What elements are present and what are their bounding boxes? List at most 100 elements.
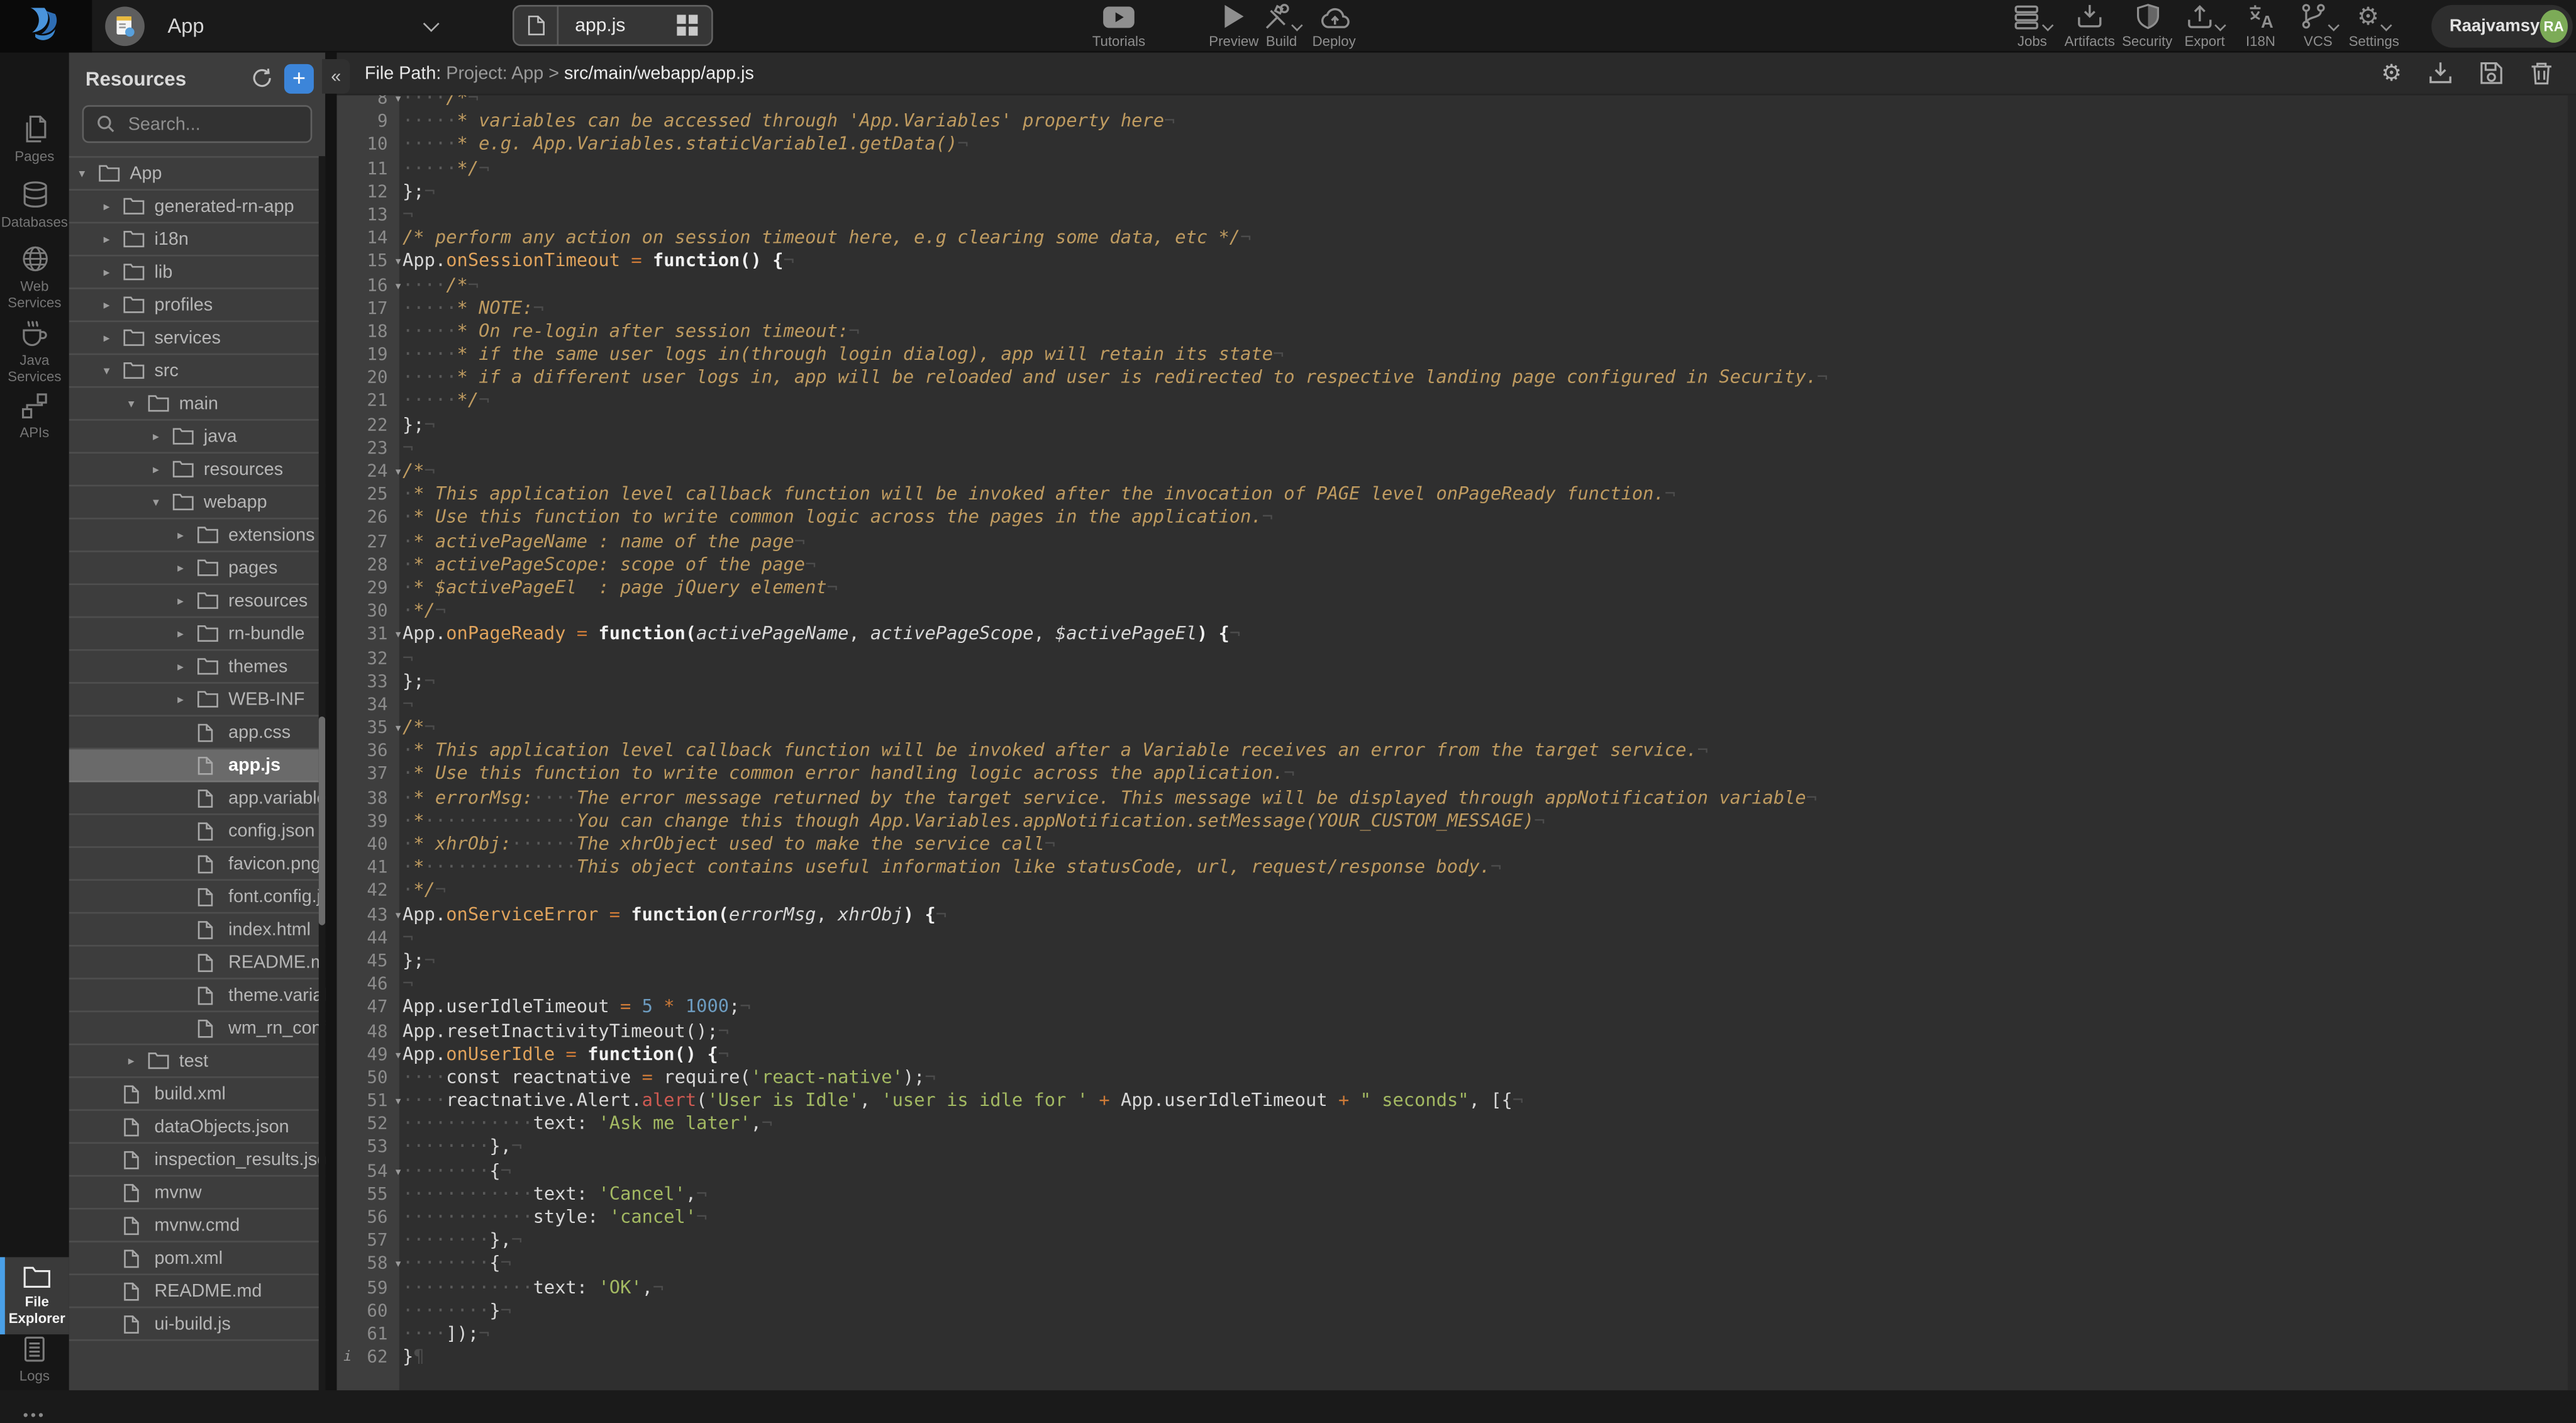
- tree-row[interactable]: ▸resources: [69, 454, 326, 486]
- sidebar-item-web-services[interactable]: Web Services: [0, 245, 69, 311]
- fold-arrow-icon[interactable]: ▾: [396, 623, 401, 647]
- expand-arrow-icon[interactable]: ▸: [128, 1053, 148, 1068]
- user-menu[interactable]: Raajvamsy RA: [2431, 5, 2573, 48]
- collapse-arrow-icon[interactable]: ▾: [128, 396, 148, 411]
- code-line[interactable]: 28·* activePageScope: scope of the page¬: [337, 554, 2568, 577]
- expand-arrow-icon[interactable]: ▸: [104, 298, 123, 313]
- expand-arrow-icon[interactable]: ▸: [177, 593, 197, 608]
- code-line[interactable]: 31▾App.onPageReady = function(activePage…: [337, 623, 2568, 647]
- code-line[interactable]: 27·* activePageName : name of the page¬: [337, 530, 2568, 554]
- fold-arrow-icon[interactable]: ▾: [396, 1159, 401, 1183]
- code-line[interactable]: 36·* This application level callback fun…: [337, 740, 2568, 763]
- file-settings-icon[interactable]: ⚙: [2381, 61, 2402, 86]
- tree-row[interactable]: favicon.png: [69, 848, 326, 881]
- tree-row[interactable]: app.css: [69, 717, 326, 749]
- tree-row[interactable]: ▸generated-rn-app: [69, 191, 326, 223]
- code-line[interactable]: 34¬: [337, 693, 2568, 717]
- expand-arrow-icon[interactable]: ▸: [177, 692, 197, 707]
- expand-arrow-icon[interactable]: ▸: [153, 462, 172, 477]
- code-line[interactable]: 40·* xhrObj:······The xhrObject used to …: [337, 833, 2568, 856]
- search-box[interactable]: [82, 105, 313, 143]
- code-line[interactable]: 22};¬: [337, 413, 2568, 437]
- collapse-arrow-icon[interactable]: ▾: [79, 166, 98, 181]
- tree-row[interactable]: ▾main: [69, 388, 326, 420]
- code-line[interactable]: 55············text: 'Cancel',¬: [337, 1183, 2568, 1206]
- save-file-icon[interactable]: [2479, 61, 2504, 86]
- code-line[interactable]: 9·····* variables can be accessed throug…: [337, 111, 2568, 134]
- code-line[interactable]: 11·····*/¬: [337, 157, 2568, 181]
- tree-row[interactable]: ▸java: [69, 421, 326, 454]
- fold-arrow-icon[interactable]: ▾: [396, 460, 401, 483]
- code-line[interactable]: 16▾····/*¬: [337, 274, 2568, 297]
- code-line[interactable]: 25·* This application level callback fun…: [337, 483, 2568, 506]
- expand-arrow-icon[interactable]: ▸: [177, 659, 197, 674]
- tree-row[interactable]: pom.xml: [69, 1242, 326, 1275]
- grid-icon[interactable]: [677, 15, 698, 36]
- code-line[interactable]: 54▾········{¬: [337, 1159, 2568, 1183]
- fold-arrow-icon[interactable]: ▾: [396, 250, 401, 274]
- tree-row[interactable]: ▾App: [69, 158, 326, 191]
- code-line[interactable]: 47App.userIdleTimeout = 5 * 1000;¬: [337, 996, 2568, 1020]
- tree-row[interactable]: index.html: [69, 913, 326, 946]
- collapse-arrow-icon[interactable]: ▾: [153, 494, 172, 510]
- download-file-icon[interactable]: [2428, 61, 2453, 86]
- code-line[interactable]: 18·····* On re-login after session timeo…: [337, 320, 2568, 343]
- tree-row[interactable]: ▸profiles: [69, 289, 326, 322]
- code-line[interactable]: 51▾····reactnative.Alert.alert('User is …: [337, 1090, 2568, 1113]
- expand-arrow-icon[interactable]: ▸: [177, 561, 197, 576]
- delete-file-icon[interactable]: [2530, 61, 2553, 86]
- tree-row[interactable]: font.config.js: [69, 881, 326, 913]
- code-line[interactable]: 39·*··············You can change this th…: [337, 810, 2568, 833]
- fold-arrow-icon[interactable]: ▾: [396, 1043, 401, 1066]
- code-line[interactable]: 43▾App.onServiceError = function(errorMs…: [337, 903, 2568, 927]
- search-input[interactable]: [125, 113, 311, 136]
- tree-row[interactable]: ▾src: [69, 355, 326, 388]
- code-line[interactable]: 57········},¬: [337, 1229, 2568, 1253]
- sidebar-item-file-explorer[interactable]: File Explorer: [0, 1257, 69, 1334]
- panel-scrollbar[interactable]: [318, 156, 325, 1390]
- code-line[interactable]: 46¬: [337, 973, 2568, 996]
- code-line[interactable]: 26·* Use this function to write common l…: [337, 507, 2568, 530]
- collapse-arrow-icon[interactable]: ▾: [104, 363, 123, 378]
- editor-scrollbar[interactable]: [2568, 96, 2576, 1390]
- code-line[interactable]: 59············text: 'OK',¬: [337, 1276, 2568, 1300]
- code-line[interactable]: 12};¬: [337, 181, 2568, 204]
- code-line[interactable]: 52············text: 'Ask me later',¬: [337, 1113, 2568, 1136]
- scrollbar-thumb[interactable]: [318, 717, 325, 925]
- code-line[interactable]: 23¬: [337, 437, 2568, 460]
- code-line[interactable]: 24▾/*¬: [337, 460, 2568, 483]
- code-line[interactable]: 33};¬: [337, 670, 2568, 693]
- tree-row[interactable]: README.md: [69, 947, 326, 979]
- code-line[interactable]: 29·* $activePageEl : page jQuery element…: [337, 577, 2568, 600]
- tree-row[interactable]: README.md: [69, 1275, 326, 1308]
- fold-arrow-icon[interactable]: ▾: [396, 96, 401, 111]
- tree-row[interactable]: wm_rn_config.js: [69, 1012, 326, 1045]
- project-selector[interactable]: App: [105, 0, 460, 53]
- tree-row[interactable]: ▸WEB-INF: [69, 684, 326, 717]
- code-line[interactable]: 37·* Use this function to write common e…: [337, 763, 2568, 786]
- tree-row[interactable]: ▸rn-bundle: [69, 618, 326, 650]
- code-line[interactable]: 35▾/*¬: [337, 717, 2568, 740]
- code-line[interactable]: 58▾········{¬: [337, 1253, 2568, 1276]
- code-line[interactable]: 50····const reactnative = require('react…: [337, 1066, 2568, 1090]
- info-icon[interactable]: i: [343, 1346, 352, 1370]
- fold-arrow-icon[interactable]: ▾: [396, 1253, 401, 1276]
- active-file-tab[interactable]: app.js: [513, 5, 713, 46]
- code-line[interactable]: 61····]);¬: [337, 1323, 2568, 1346]
- tree-row[interactable]: ▸resources: [69, 585, 326, 618]
- collapse-panel-button[interactable]: «: [322, 59, 350, 94]
- wavemaker-logo[interactable]: [0, 0, 92, 53]
- sidebar-item-pages[interactable]: Pages: [0, 115, 69, 164]
- sidebar-item-databases[interactable]: Databases: [0, 181, 69, 230]
- tree-row[interactable]: ▸i18n: [69, 223, 326, 256]
- tree-row[interactable]: ui-build.js: [69, 1308, 326, 1341]
- code-line[interactable]: 30·*/¬: [337, 600, 2568, 623]
- tree-row[interactable]: ▸pages: [69, 552, 326, 585]
- tree-row[interactable]: dataObjects.json: [69, 1111, 326, 1144]
- add-resource-button[interactable]: +: [284, 64, 314, 94]
- tree-row[interactable]: mvnw.cmd: [69, 1210, 326, 1242]
- fold-arrow-icon[interactable]: ▾: [396, 274, 401, 297]
- tree-row[interactable]: ▸test: [69, 1045, 326, 1078]
- expand-arrow-icon[interactable]: ▸: [104, 199, 123, 214]
- panel-divider[interactable]: [325, 53, 336, 1390]
